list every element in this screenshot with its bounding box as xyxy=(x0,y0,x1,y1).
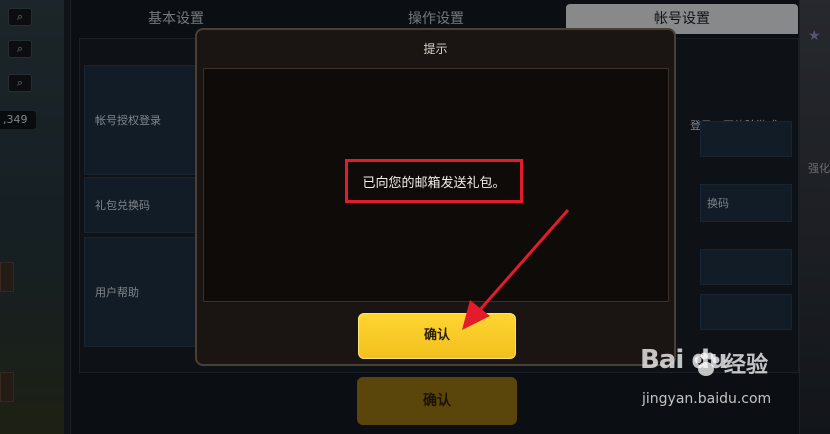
watermark-url: jingyan.baidu.com xyxy=(642,391,772,407)
dialog-body: 已向您的邮箱发送礼包。 xyxy=(203,68,669,302)
dialog-message: 已向您的邮箱发送礼包。 xyxy=(362,175,506,191)
baidu-jingyan-watermark: Bai du 经验 jingyan.baidu.com xyxy=(640,345,820,425)
confirm-button[interactable]: 确认 xyxy=(358,313,516,359)
dialog-title: 提示 xyxy=(423,42,448,56)
paw-icon xyxy=(694,352,720,376)
notice-dialog: 提示 已向您的邮箱发送礼包。 确认 xyxy=(195,28,676,366)
watermark-jingyan: 经验 xyxy=(724,353,769,378)
highlight-box: 已向您的邮箱发送礼包。 xyxy=(345,159,523,203)
